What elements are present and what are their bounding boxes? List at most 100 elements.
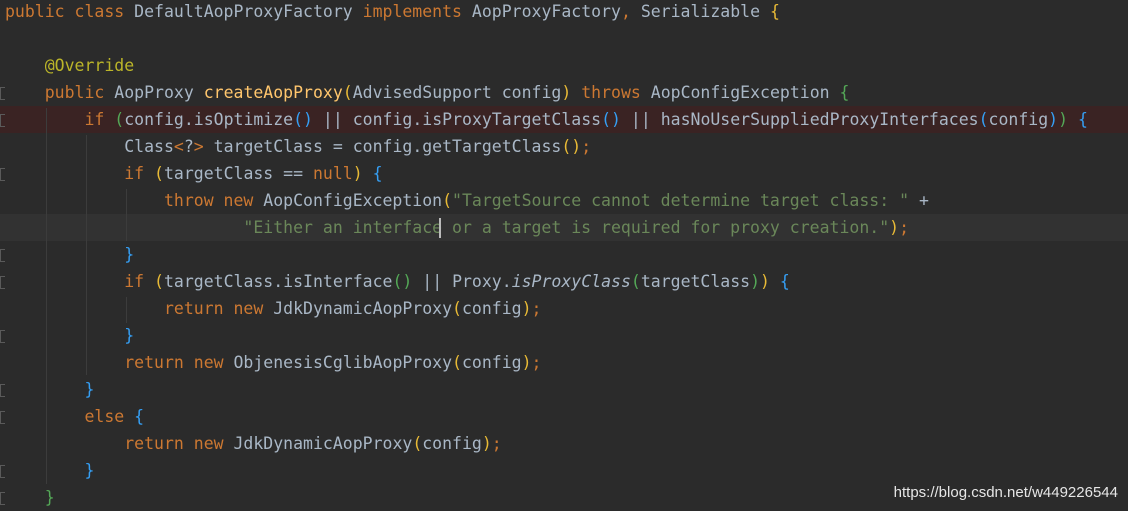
code-text: } xyxy=(5,241,134,268)
code-token: ( xyxy=(412,434,423,453)
code-token: config xyxy=(422,434,482,453)
code-token: () xyxy=(293,110,313,129)
code-token: || config.isProxyTargetClass xyxy=(313,110,602,129)
code-token: { xyxy=(134,407,145,426)
code-line[interactable]: } xyxy=(0,322,1128,349)
code-line[interactable]: } xyxy=(0,376,1128,403)
code-token: ; xyxy=(581,137,592,156)
code-line[interactable]: return new ObjenesisCglibAopProxy(config… xyxy=(0,349,1128,376)
code-token: ( xyxy=(342,83,353,102)
code-text: @Override xyxy=(5,52,134,79)
code-token: + xyxy=(909,191,929,210)
code-token: } xyxy=(44,488,55,507)
code-line[interactable]: Class<?> targetClass = config.getTargetC… xyxy=(0,133,1128,160)
code-text: public AopProxy createAopProxy(AdvisedSu… xyxy=(5,79,850,106)
code-token: null xyxy=(312,164,353,183)
code-token: ( xyxy=(154,164,164,183)
code-token: AopConfigException xyxy=(263,191,443,210)
code-token: ( xyxy=(452,299,462,318)
code-text: } xyxy=(5,376,94,403)
code-token: ? xyxy=(183,137,194,156)
code-token: ( xyxy=(154,272,164,291)
code-line[interactable]: public class DefaultAopProxyFactory impl… xyxy=(0,0,1128,25)
code-token: ; xyxy=(899,218,909,237)
code-token: JdkDynamicAopProxy xyxy=(233,434,413,453)
code-token: implements xyxy=(362,2,472,21)
code-line[interactable]: if (targetClass.isInterface() || Proxy.i… xyxy=(0,268,1128,295)
code-token: || Proxy. xyxy=(412,272,512,291)
code-token: class xyxy=(74,2,135,21)
code-token: "TargetSource cannot determine target cl… xyxy=(452,191,910,210)
code-line[interactable]: if (targetClass == null) { xyxy=(0,160,1128,187)
code-editor[interactable]: public class DefaultAopProxyFactory impl… xyxy=(0,0,1128,511)
code-token: ) xyxy=(521,299,532,318)
code-token: config xyxy=(988,110,1049,129)
code-token: Class xyxy=(5,137,174,156)
code-text: if (targetClass == null) { xyxy=(5,160,383,187)
code-token: throws xyxy=(581,83,651,102)
code-line[interactable]: } xyxy=(0,241,1128,268)
code-token: return new xyxy=(124,434,234,453)
code-token: ( xyxy=(630,272,641,291)
code-line[interactable]: return new JdkDynamicAopProxy(config); xyxy=(0,430,1128,457)
code-token: ( xyxy=(442,191,453,210)
code-text: else { xyxy=(5,403,144,430)
code-token: config xyxy=(461,353,522,372)
indent-guide xyxy=(126,297,127,323)
code-token: public xyxy=(5,2,75,21)
code-token: ; xyxy=(491,434,502,453)
code-token: { xyxy=(1077,110,1088,129)
code-token: else xyxy=(84,407,135,426)
code-line-highlighted[interactable]: if (config.isOptimize() || config.isProx… xyxy=(0,106,1128,133)
indent-guide xyxy=(126,189,127,241)
code-token: AopProxy xyxy=(114,83,204,102)
code-line[interactable]: else { xyxy=(0,403,1128,430)
code-token: { xyxy=(769,2,780,21)
indent-guide xyxy=(86,135,87,375)
code-token: targetClass.isInterface xyxy=(163,272,393,291)
code-token: ( xyxy=(452,353,462,372)
code-token: ) xyxy=(889,218,900,237)
code-token: } xyxy=(124,245,135,264)
code-text: "Either an interface or a target is requ… xyxy=(5,214,909,241)
code-token: Serializable xyxy=(640,2,770,21)
code-token: @Override xyxy=(44,56,135,75)
code-token: config xyxy=(461,299,522,318)
code-token: ) xyxy=(1048,110,1059,129)
code-token: > xyxy=(193,137,204,156)
code-text: return new JdkDynamicAopProxy(config); xyxy=(5,430,502,457)
code-text: public class DefaultAopProxyFactory impl… xyxy=(5,0,780,25)
code-text: } xyxy=(5,322,134,349)
watermark: https://blog.csdn.net/w449226544 xyxy=(893,484,1118,501)
code-token: DefaultAopProxyFactory xyxy=(134,2,363,21)
code-token: targetClass == xyxy=(163,164,313,183)
code-line[interactable]: @Override xyxy=(0,52,1128,79)
code-token: } xyxy=(84,461,95,480)
code-token: ) xyxy=(1058,110,1069,129)
text-caret xyxy=(439,218,441,238)
code-token: { xyxy=(372,164,383,183)
code-line-current[interactable]: "Either an interface or a target is requ… xyxy=(0,214,1128,241)
code-line[interactable]: } xyxy=(0,457,1128,484)
code-line[interactable]: throw new AopConfigException("TargetSour… xyxy=(0,187,1128,214)
code-token: ) xyxy=(521,353,532,372)
code-line[interactable] xyxy=(0,25,1128,52)
code-token: ObjenesisCglibAopProxy xyxy=(233,353,453,372)
code-text: Class<?> targetClass = config.getTargetC… xyxy=(5,133,591,160)
code-line[interactable]: public AopProxy createAopProxy(AdvisedSu… xyxy=(0,79,1128,106)
code-line[interactable]: return new JdkDynamicAopProxy(config); xyxy=(0,295,1128,322)
code-token: if xyxy=(124,272,155,291)
